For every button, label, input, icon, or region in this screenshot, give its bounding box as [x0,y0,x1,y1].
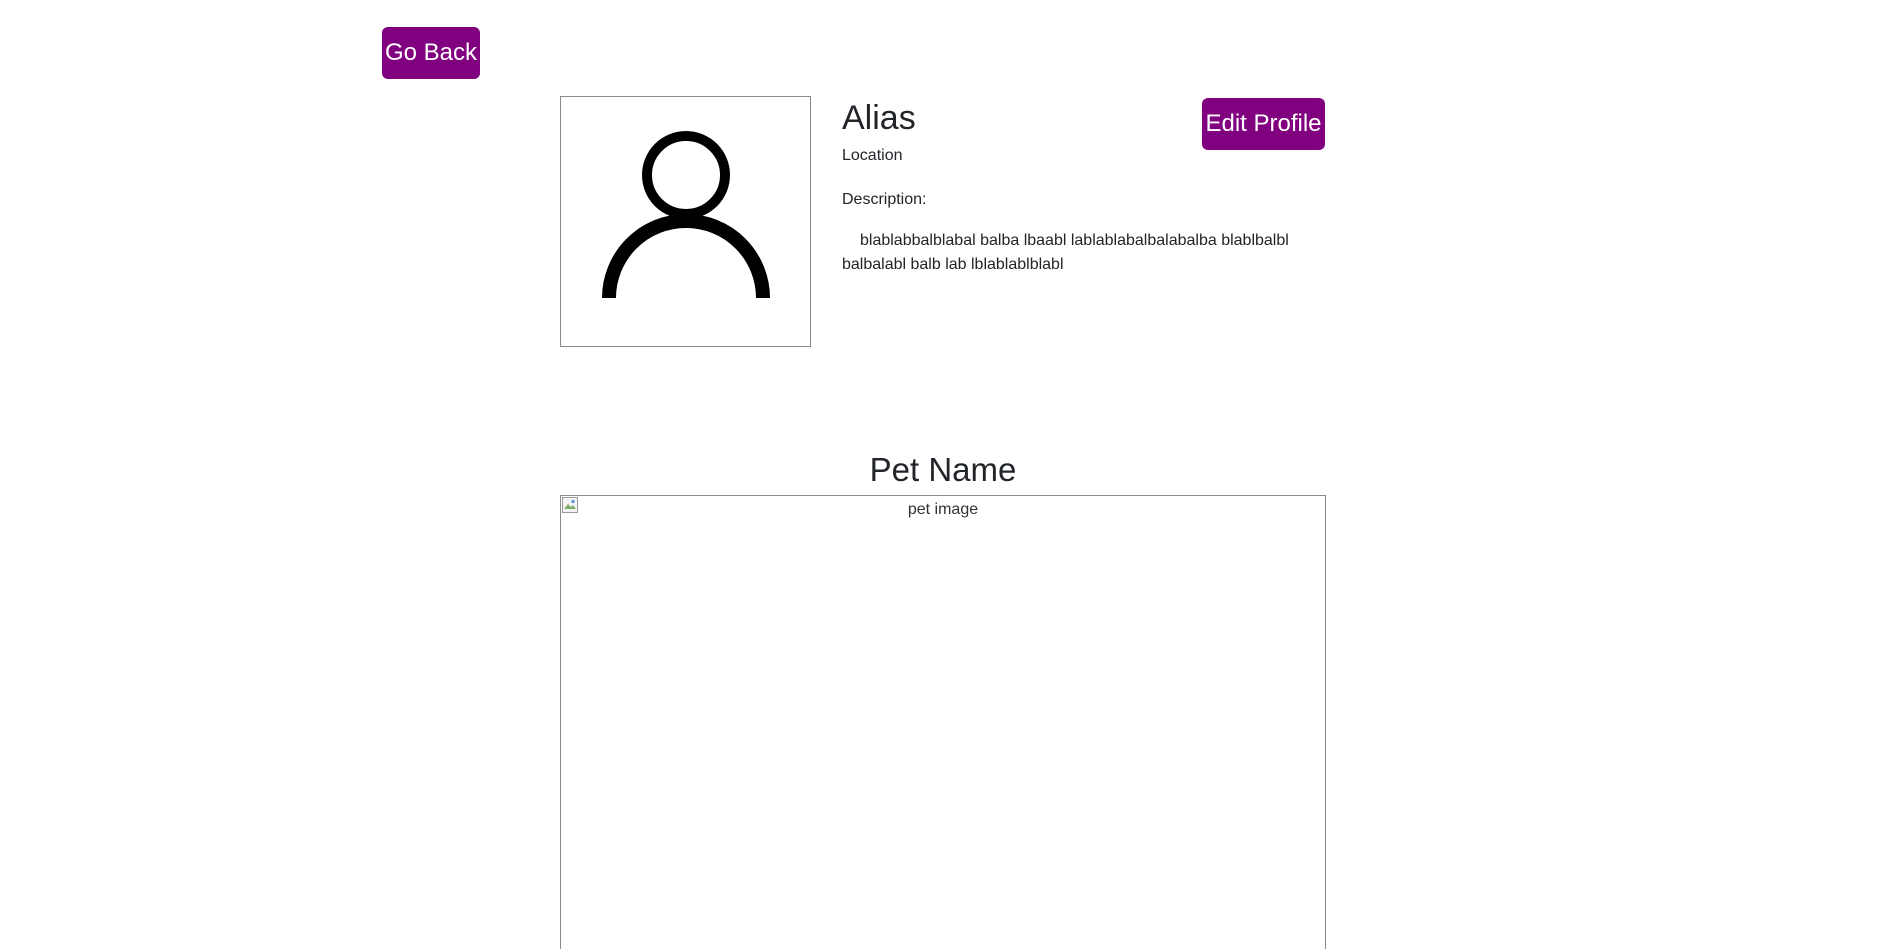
profile-page: Go Back Alias Edit Profile Location Desc… [0,0,1877,949]
user-icon [602,131,770,299]
description-label: Description: [842,191,927,208]
pet-image-alt-text: pet image [907,501,979,518]
avatar [560,96,811,347]
description-text: blablabbalblabal balba lbaabl lablablaba… [842,232,1289,273]
pet-name-heading: Pet Name [869,451,1017,488]
profile-alias: Alias [842,99,916,137]
edit-profile-button[interactable]: Edit Profile [1202,98,1325,150]
pet-image: pet image [560,495,1326,949]
go-back-button[interactable]: Go Back [382,27,480,79]
profile-location: Location [842,147,903,164]
